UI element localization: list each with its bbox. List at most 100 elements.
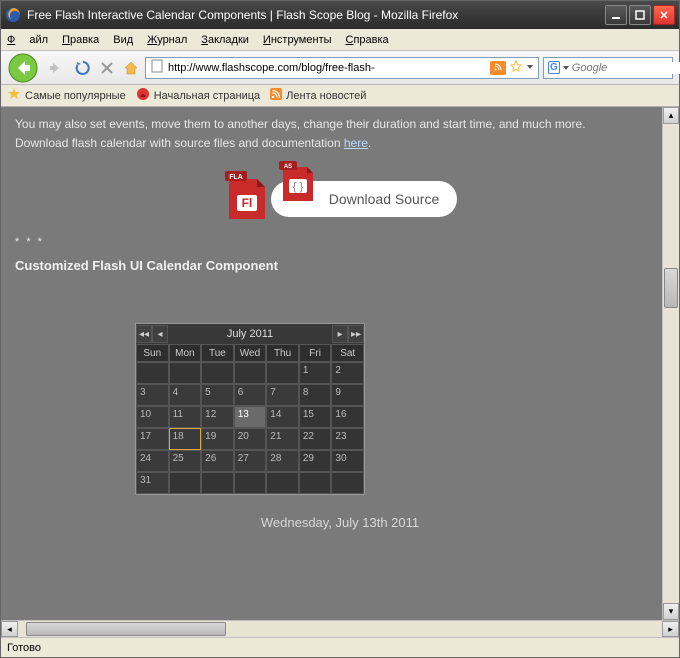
- stop-button[interactable]: [97, 58, 117, 78]
- bookmark-star-icon[interactable]: [510, 60, 522, 75]
- scroll-track[interactable]: [663, 124, 679, 603]
- vertical-scrollbar[interactable]: ▴ ▾: [662, 107, 679, 620]
- rss-icon[interactable]: [490, 61, 506, 75]
- calendar-empty-cell: [234, 362, 267, 384]
- calendar-day-cell[interactable]: 23: [331, 428, 364, 450]
- calendar-widget: ◂◂ ◂ July 2011 ▸ ▸▸ SunMonTueWedThuFriSa…: [135, 323, 365, 495]
- calendar-day-cell[interactable]: 13: [234, 406, 267, 428]
- calendar-empty-cell: [266, 362, 299, 384]
- horizontal-scrollbar[interactable]: ◂ ▸: [1, 620, 679, 637]
- window-titlebar: Free Flash Interactive Calendar Componen…: [1, 1, 679, 29]
- menu-bookmarks[interactable]: Закладки: [201, 34, 249, 46]
- calendar-empty-cell: [169, 472, 202, 494]
- calendar-day-cell[interactable]: 5: [201, 384, 234, 406]
- calendar-day-cell[interactable]: 6: [234, 384, 267, 406]
- calendar-day-cell[interactable]: 2: [331, 362, 364, 384]
- calendar-empty-cell: [331, 472, 364, 494]
- calendar-day-cell[interactable]: 19: [201, 428, 234, 450]
- calendar-dow: Mon: [169, 344, 202, 362]
- bookmark-homepage[interactable]: Начальная страница: [136, 87, 260, 104]
- calendar-day-cell[interactable]: 24: [136, 450, 169, 472]
- menu-edit[interactable]: Правка: [62, 34, 99, 46]
- calendar-day-cell[interactable]: 27: [234, 450, 267, 472]
- url-bar[interactable]: [145, 57, 539, 79]
- calendar-day-cell[interactable]: 3: [136, 384, 169, 406]
- window-minimize-button[interactable]: [605, 5, 627, 25]
- calendar-empty-cell: [234, 472, 267, 494]
- calendar-day-cell[interactable]: 26: [201, 450, 234, 472]
- calendar-day-cell[interactable]: 14: [266, 406, 299, 428]
- window-title: Free Flash Interactive Calendar Componen…: [27, 8, 605, 22]
- calendar-next-month-button[interactable]: ▸: [332, 325, 348, 343]
- home-button[interactable]: [121, 58, 141, 78]
- menu-history[interactable]: Журнал: [147, 34, 187, 46]
- calendar-day-cell[interactable]: 12: [201, 406, 234, 428]
- calendar-day-cell[interactable]: 4: [169, 384, 202, 406]
- calendar-day-cell[interactable]: 20: [234, 428, 267, 450]
- menu-file[interactable]: Файл: [7, 34, 48, 46]
- calendar-prev-month-button[interactable]: ◂: [152, 325, 168, 343]
- star-icon: [7, 87, 21, 104]
- calendar-day-cell[interactable]: 17: [136, 428, 169, 450]
- scroll-right-button[interactable]: ▸: [662, 621, 679, 637]
- calendar-day-cell[interactable]: 31: [136, 472, 169, 494]
- content-viewport: You may also set events, move them to an…: [1, 107, 679, 620]
- section-heading: Customized Flash UI Calendar Component: [15, 258, 665, 273]
- calendar-day-cell[interactable]: 7: [266, 384, 299, 406]
- calendar-day-cell[interactable]: 15: [299, 406, 332, 428]
- calendar-day-cell[interactable]: 16: [331, 406, 364, 428]
- svg-text:Fl: Fl: [241, 196, 252, 210]
- calendar-day-cell[interactable]: 18: [169, 428, 202, 450]
- calendar-dow: Sat: [331, 344, 364, 362]
- calendar-empty-cell: [136, 362, 169, 384]
- reload-button[interactable]: [73, 58, 93, 78]
- hscroll-thumb[interactable]: [26, 622, 226, 636]
- navigation-toolbar: G: [1, 51, 679, 85]
- calendar-day-cell[interactable]: 22: [299, 428, 332, 450]
- google-icon: G: [548, 61, 560, 74]
- scroll-thumb[interactable]: [664, 268, 678, 308]
- calendar-day-cell[interactable]: 9: [331, 384, 364, 406]
- calendar-day-cell[interactable]: 11: [169, 406, 202, 428]
- search-bar[interactable]: G: [543, 57, 673, 79]
- forward-button[interactable]: [43, 55, 69, 81]
- calendar-day-cell[interactable]: 10: [136, 406, 169, 428]
- scroll-up-button[interactable]: ▴: [663, 107, 679, 124]
- calendar-empty-cell: [266, 472, 299, 494]
- section-divider: * * *: [15, 236, 665, 248]
- menu-tools[interactable]: Инструменты: [263, 34, 332, 46]
- calendar-prev-year-button[interactable]: ◂◂: [136, 325, 152, 343]
- download-label: Download Source: [329, 191, 440, 207]
- menu-view[interactable]: Вид: [113, 34, 133, 46]
- firefox-icon: [5, 7, 21, 23]
- calendar-day-cell[interactable]: 30: [331, 450, 364, 472]
- back-button[interactable]: [7, 52, 39, 84]
- intro-line-1: You may also set events, move them to an…: [15, 115, 665, 134]
- calendar-day-cell[interactable]: 8: [299, 384, 332, 406]
- bookmark-popular[interactable]: Самые популярные: [7, 87, 126, 104]
- calendar-day-cell[interactable]: 28: [266, 450, 299, 472]
- hscroll-track[interactable]: [18, 621, 662, 637]
- scroll-down-button[interactable]: ▾: [663, 603, 679, 620]
- calendar-day-cell[interactable]: 25: [169, 450, 202, 472]
- calendar-day-cell[interactable]: 1: [299, 362, 332, 384]
- search-input[interactable]: [572, 62, 680, 74]
- svg-text:AS: AS: [284, 164, 292, 170]
- calendar-day-cell[interactable]: 29: [299, 450, 332, 472]
- as-file-icon: AS{ }: [279, 189, 319, 208]
- download-source-button[interactable]: FLAFl AS{ } Download Source: [15, 171, 665, 226]
- scroll-left-button[interactable]: ◂: [1, 621, 18, 637]
- calendar-day-cell[interactable]: 21: [266, 428, 299, 450]
- bookmarks-toolbar: Самые популярные Начальная страница Лент…: [1, 85, 679, 107]
- bookmark-news[interactable]: Лента новостей: [270, 88, 366, 103]
- intro-line-2: Download flash calendar with source file…: [15, 134, 665, 153]
- dropdown-icon[interactable]: [526, 62, 534, 74]
- calendar-next-year-button[interactable]: ▸▸: [348, 325, 364, 343]
- menu-help[interactable]: Справка: [346, 34, 389, 46]
- calendar-dow: Tue: [201, 344, 234, 362]
- search-dropdown-icon[interactable]: [563, 62, 569, 74]
- window-maximize-button[interactable]: [629, 5, 651, 25]
- url-input[interactable]: [168, 62, 486, 74]
- window-close-button[interactable]: ✕: [653, 5, 675, 25]
- download-here-link[interactable]: here: [344, 136, 368, 150]
